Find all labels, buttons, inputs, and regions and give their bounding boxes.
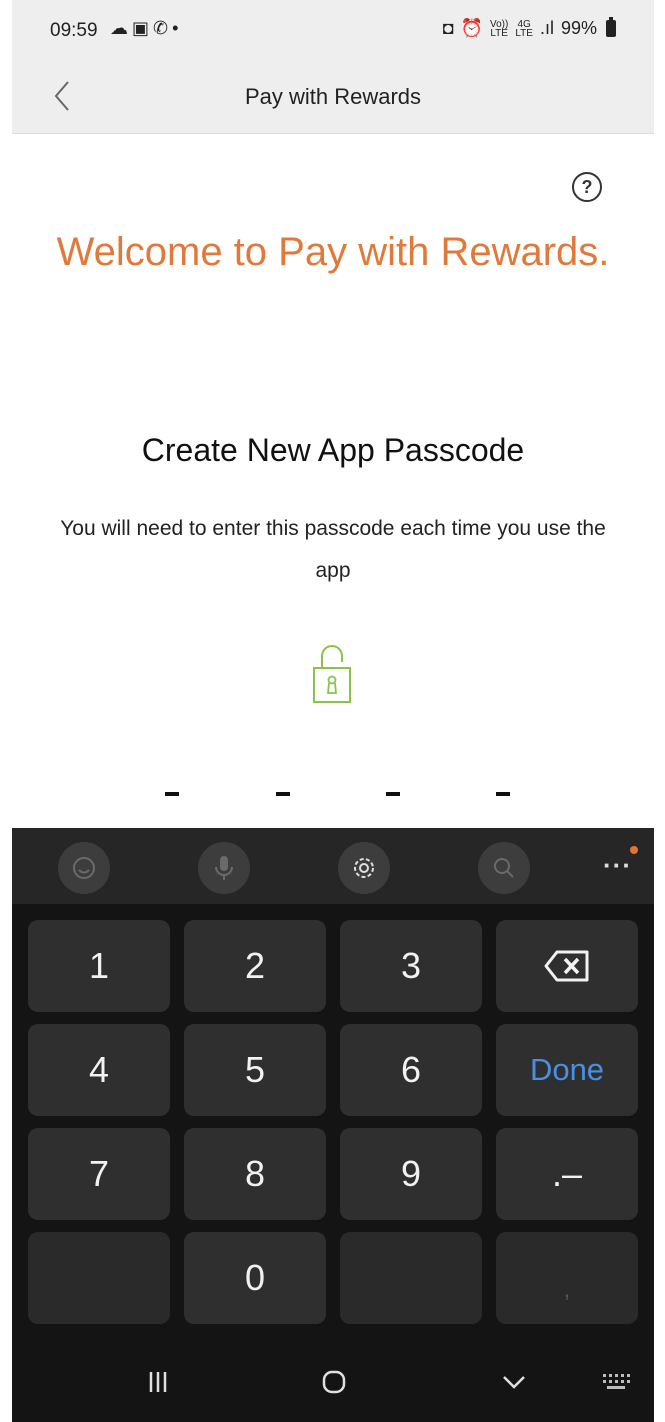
status-bar: 09:59 ☁▣✆• ◘ ⏰ Vo)) LTE 4G LTE .ıl 99% [12,0,654,62]
battery-icon [606,17,616,37]
vpn-icon: ◘ [442,18,454,38]
passcode-slot [165,792,179,796]
key-0[interactable]: 0 [184,1232,326,1324]
key-1[interactable]: 1 [28,920,170,1012]
recent-apps-icon [149,1372,167,1392]
signal-icon: .ıl [539,18,554,38]
mic-icon [215,856,233,880]
lock-icon [313,645,351,703]
status-time: 09:59 [50,20,98,41]
welcome-title: Welcome to Pay with Rewards. [56,230,610,274]
hide-keyboard-button[interactable] [484,1362,544,1402]
alarm-icon: ⏰ [460,18,483,38]
blank-key [28,1232,170,1324]
blank-key [340,1232,482,1324]
recent-apps-button[interactable] [128,1362,188,1402]
passcode-slot [276,792,290,796]
search-icon [494,858,514,878]
page-title: Pay with Rewards [244,84,422,109]
create-passcode-heading: Create New App Passcode [141,432,525,468]
status-notification-icons: ☁▣✆• [110,18,182,39]
backspace-icon [544,950,589,982]
cloud-icon: ☁ [110,18,132,38]
volte-icon: Vo)) LTE [490,18,509,39]
system-nav-bar [12,1340,654,1422]
key-3[interactable]: 3 [340,920,482,1012]
key-8[interactable]: 8 [184,1128,326,1220]
network-4g-icon: 4G LTE [515,18,533,39]
numeric-keyboard: ··· 1 2 3 4 5 6 Done 7 8 9 .– 0 , [12,828,654,1422]
keyboard-settings-button[interactable] [338,842,390,894]
key-6[interactable]: 6 [340,1024,482,1116]
home-button[interactable] [304,1362,364,1402]
whatsapp-icon: ✆ [153,18,173,38]
done-key[interactable]: Done [496,1024,638,1116]
status-system-icons: ◘ ⏰ Vo)) LTE 4G LTE .ıl 99% [442,17,616,39]
keyboard-search-button[interactable] [478,842,530,894]
key-4[interactable]: 4 [28,1024,170,1116]
key-7[interactable]: 7 [28,1128,170,1220]
voice-input-button[interactable] [198,842,250,894]
keyboard-icon [603,1374,630,1389]
passcode-slot [386,792,400,796]
passcode-input[interactable] [12,780,654,810]
chevron-down-icon [503,1376,525,1389]
gallery-icon: ▣ [132,18,154,38]
passcode-slot [496,792,510,796]
key-9[interactable]: 9 [340,1128,482,1220]
emoji-icon [73,857,95,879]
backspace-key[interactable] [496,920,638,1012]
comma-key[interactable]: , [496,1232,638,1324]
key-2[interactable]: 2 [184,920,326,1012]
home-icon [322,1370,346,1394]
nav-header: Pay with Rewards [12,62,654,134]
dot-icon: • [172,18,183,38]
keyboard-switch-button[interactable] [586,1362,646,1402]
more-icon: ··· [603,850,632,880]
app-screen: 09:59 ☁▣✆• ◘ ⏰ Vo)) LTE 4G LTE .ıl 99% Pay… [12,0,654,1422]
settings-icon [354,858,374,878]
passcode-description: You will need to enter this passcode eac… [60,517,606,582]
key-5[interactable]: 5 [184,1024,326,1116]
keyboard-toolbar: ··· [12,828,654,904]
emoji-button[interactable] [58,842,110,894]
dot-dash-key[interactable]: .– [496,1128,638,1220]
help-button[interactable]: ? [572,172,602,202]
battery-level: 99% [560,18,597,38]
notification-dot [630,846,638,854]
more-options-button[interactable]: ··· [603,846,638,881]
